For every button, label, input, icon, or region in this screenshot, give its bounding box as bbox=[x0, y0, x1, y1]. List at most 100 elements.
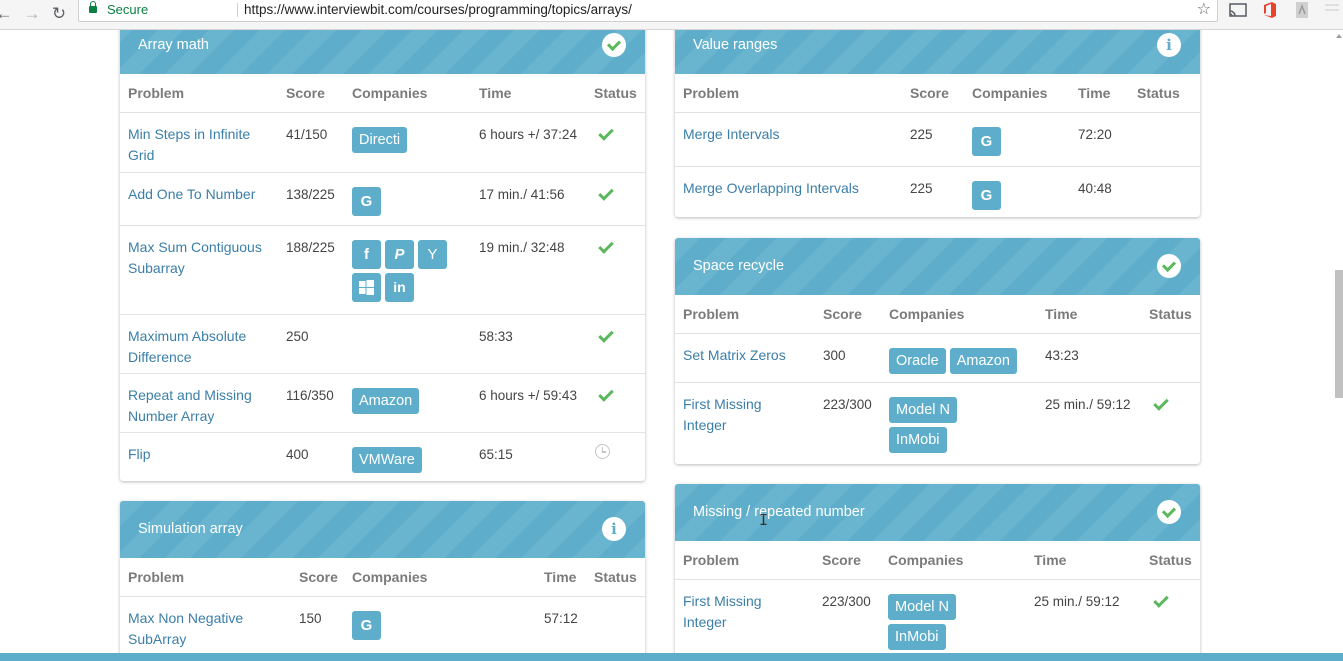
company-badge[interactable]: Directi bbox=[352, 127, 408, 153]
problem-link[interactable]: Flip bbox=[128, 444, 151, 465]
time-value: 25 min./ 59:12 bbox=[1034, 594, 1120, 609]
col-time: Time bbox=[479, 85, 512, 101]
pdf-extension-icon[interactable] bbox=[1292, 1, 1312, 19]
problem-link[interactable]: Set Matrix Zeros bbox=[683, 345, 786, 366]
score-value: 150 bbox=[299, 611, 322, 626]
table-row: Maximum Absolute Difference 250 58:33 bbox=[120, 315, 645, 374]
col-companies: Companies bbox=[352, 569, 428, 585]
problem-link[interactable]: Repeat and Missing Number Array bbox=[128, 385, 278, 427]
col-status: Status bbox=[594, 569, 637, 585]
score-value: 41/150 bbox=[286, 127, 328, 142]
solved-check-icon bbox=[598, 238, 614, 254]
table-row: Merge Overlapping Intervals 225 G 40:48 bbox=[675, 167, 1200, 217]
problem-link[interactable]: First Missing Integer bbox=[683, 591, 803, 633]
col-time: Time bbox=[544, 569, 577, 585]
company-list: Directi bbox=[352, 127, 472, 153]
col-score: Score bbox=[910, 85, 949, 101]
table-row: First Missing Integer 223/300 Model N In… bbox=[675, 580, 1200, 661]
office-icon[interactable] bbox=[1260, 1, 1280, 19]
company-list: VMWare bbox=[352, 447, 422, 473]
problem-link[interactable]: Max Sum Contiguous Subarray bbox=[128, 237, 278, 279]
back-icon[interactable]: ← bbox=[0, 4, 14, 24]
col-companies: Companies bbox=[352, 85, 428, 101]
bookmark-star-icon[interactable]: ☆ bbox=[1197, 0, 1211, 19]
table-row: Add One To Number 138/225 G 17 min./ 41:… bbox=[120, 173, 645, 226]
solved-check-icon bbox=[598, 327, 614, 343]
check-circle-icon bbox=[1157, 500, 1181, 524]
google-icon[interactable]: G bbox=[972, 127, 1001, 156]
forward-icon[interactable]: → bbox=[22, 4, 42, 24]
company-badge[interactable]: InMobi bbox=[889, 427, 947, 453]
table-header: Problem Score Companies Time Status bbox=[120, 558, 645, 597]
time-value: 6 hours +/ 59:43 bbox=[479, 388, 577, 403]
info-icon[interactable]: i bbox=[602, 517, 626, 541]
reload-icon[interactable]: ↻ bbox=[49, 4, 69, 24]
url-text[interactable]: https://www.interviewbit.com/courses/pro… bbox=[244, 1, 632, 19]
table-row: Max Sum Contiguous Subarray 188/225 f P … bbox=[120, 226, 645, 315]
info-icon[interactable]: i bbox=[1157, 33, 1181, 57]
solved-check-icon bbox=[598, 125, 614, 141]
company-badge[interactable]: InMobi bbox=[888, 624, 946, 650]
table-header: Problem Score Companies Time Status bbox=[675, 74, 1200, 113]
col-companies: Companies bbox=[972, 85, 1048, 101]
google-icon[interactable]: G bbox=[352, 187, 381, 216]
panel-title: Array math bbox=[138, 37, 209, 53]
linkedin-icon[interactable]: in bbox=[385, 273, 414, 302]
scrollbar-thumb[interactable] bbox=[1335, 270, 1343, 398]
panel-header: Simulation array i bbox=[120, 501, 645, 558]
problem-link[interactable]: Max Non Negative SubArray bbox=[128, 608, 288, 650]
company-badge[interactable]: VMWare bbox=[352, 447, 422, 473]
company-list: G bbox=[972, 127, 1001, 156]
score-value: 116/350 bbox=[286, 388, 334, 403]
scrollbar[interactable] bbox=[1335, 30, 1343, 661]
time-value: 57:12 bbox=[544, 611, 578, 626]
problem-link[interactable]: Merge Intervals bbox=[683, 124, 779, 145]
facebook-icon[interactable]: f bbox=[352, 240, 381, 269]
panel-title: Simulation array bbox=[138, 521, 243, 537]
time-value: 25 min./ 59:12 bbox=[1045, 397, 1131, 412]
company-badge[interactable]: Model N bbox=[889, 397, 957, 423]
score-value: 400 bbox=[286, 447, 309, 462]
company-list: Model N InMobi bbox=[888, 594, 968, 650]
col-problem: Problem bbox=[128, 569, 185, 585]
table-row: Min Steps in Infinite Grid 41/150 Direct… bbox=[120, 113, 645, 173]
windows-icon[interactable] bbox=[352, 273, 381, 302]
problem-link[interactable]: Merge Overlapping Intervals bbox=[683, 178, 859, 199]
company-badge[interactable]: Amazon bbox=[352, 388, 420, 414]
ycombinator-icon[interactable]: Y bbox=[418, 240, 447, 269]
table-header: Problem Score Companies Time Status bbox=[675, 541, 1200, 580]
col-problem: Problem bbox=[683, 552, 740, 568]
check-circle-icon bbox=[602, 33, 626, 57]
menu-icon[interactable] bbox=[1322, 1, 1342, 19]
company-list: G bbox=[352, 187, 381, 216]
solved-check-icon bbox=[1153, 395, 1169, 411]
company-badge[interactable]: Model N bbox=[888, 594, 956, 620]
table-header: Problem Score Companies Time Status bbox=[120, 74, 645, 113]
google-icon[interactable]: G bbox=[352, 611, 381, 640]
panel-header: Space recycle bbox=[675, 238, 1200, 295]
company-badge[interactable]: Oracle bbox=[889, 348, 946, 374]
google-icon[interactable]: G bbox=[972, 181, 1001, 210]
company-badge[interactable]: Amazon bbox=[949, 348, 1017, 374]
cast-icon[interactable] bbox=[1228, 1, 1248, 19]
time-value: 65:15 bbox=[479, 447, 513, 462]
time-value: 58:33 bbox=[479, 329, 513, 344]
panel-header: Value ranges i bbox=[675, 30, 1200, 74]
scroll-up-arrow-icon[interactable] bbox=[1336, 34, 1342, 38]
pending-clock-icon bbox=[595, 444, 610, 459]
address-bar[interactable]: Secure https://www.interviewbit.com/cour… bbox=[78, 0, 1218, 22]
time-value: 17 min./ 41:56 bbox=[479, 187, 565, 202]
solved-check-icon bbox=[598, 386, 614, 402]
paypal-icon[interactable]: P bbox=[385, 240, 414, 269]
score-value: 225 bbox=[910, 181, 933, 196]
col-problem: Problem bbox=[683, 85, 740, 101]
problem-link[interactable]: Min Steps in Infinite Grid bbox=[128, 124, 278, 166]
problem-link[interactable]: Maximum Absolute Difference bbox=[128, 326, 278, 368]
problem-link[interactable]: First Missing Integer bbox=[683, 394, 803, 436]
address-divider bbox=[237, 3, 238, 17]
col-companies: Companies bbox=[889, 306, 965, 322]
time-value: 40:48 bbox=[1078, 181, 1112, 196]
time-value: 19 min./ 32:48 bbox=[479, 240, 565, 255]
problem-link[interactable]: Add One To Number bbox=[128, 184, 278, 205]
company-list: Model N InMobi bbox=[889, 397, 969, 453]
